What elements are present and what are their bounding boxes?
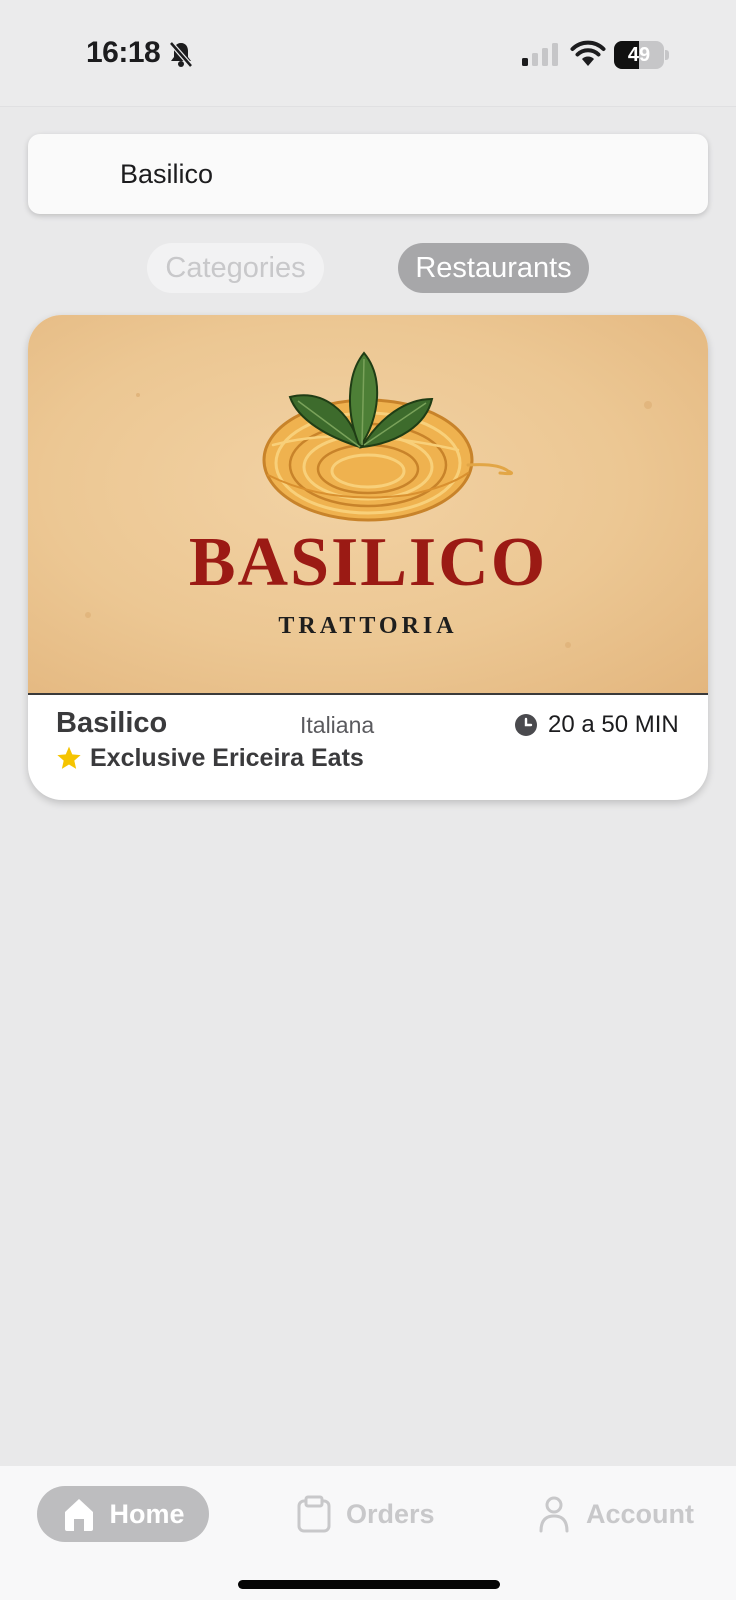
battery-percentage: 49 [627,44,651,66]
clock-icon [515,714,537,736]
status-bar: 16:18 49 [0,0,736,107]
restaurant-cuisine: Italiana [300,712,375,738]
bell-off-icon [169,41,193,68]
star-icon [57,746,81,769]
home-icon [65,1499,94,1531]
restaurant-card[interactable]: BASILICO TRATTORIA Basilico Italiana 20 … [28,315,708,800]
tab-categories[interactable]: Categories [147,243,324,293]
account-icon [539,1496,569,1533]
delivery-time: 20 a 50 MIN [548,711,679,738]
wifi-icon [570,40,606,66]
nav-account-label: Account [586,1498,694,1529]
home-indicator [238,1580,500,1589]
nav-account[interactable]: Account [536,1486,694,1542]
nav-home[interactable]: Home [37,1486,209,1542]
nav-home-label: Home [109,1498,185,1529]
banner-title: BASILICO [189,524,547,601]
search-bar[interactable] [28,134,708,214]
banner-subtitle: TRATTORIA [278,613,457,639]
nav-orders[interactable]: Orders [296,1486,435,1542]
restaurant-name: Basilico [56,707,168,739]
orders-icon [297,1495,331,1533]
status-time: 16:18 [86,36,161,69]
search-input[interactable] [120,134,680,214]
battery-icon: 49 [614,41,670,69]
tab-restaurants[interactable]: Restaurants [398,243,589,293]
cellular-signal-icon [522,43,558,66]
restaurant-tag: Exclusive Ericeira Eats [90,744,364,772]
nav-orders-label: Orders [346,1498,435,1529]
restaurant-logo: BASILICO TRATTORIA [85,351,652,648]
restaurant-banner: BASILICO TRATTORIA [28,315,708,695]
